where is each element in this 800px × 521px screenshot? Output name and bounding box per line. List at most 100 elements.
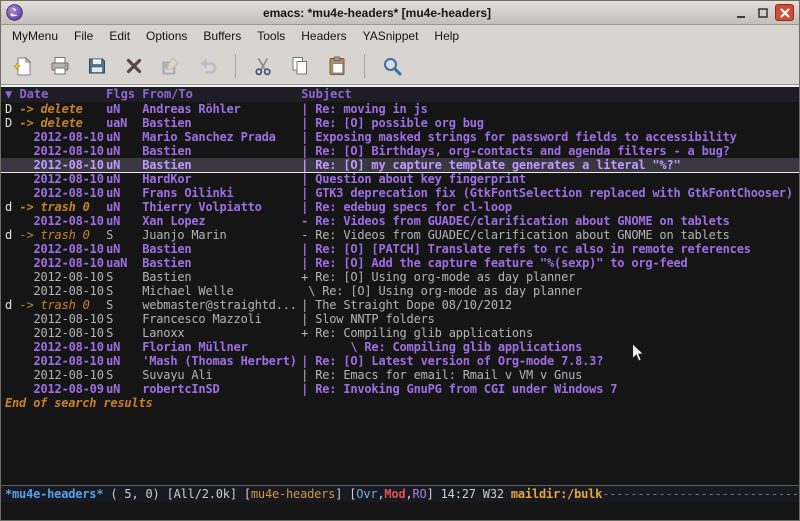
menu-buffers[interactable]: Buffers xyxy=(195,26,249,46)
modeline-fg: ] xyxy=(335,487,349,501)
subject-cell: | Re: [O] Latest version of Org-mode 7.8… xyxy=(301,354,799,368)
modeline-fg: [All/2.0k] xyxy=(167,487,244,501)
flags-cell: S xyxy=(106,368,142,382)
subject-cell: | Re: [O] Birthdays, org-contacts and ag… xyxy=(301,144,799,158)
message-row[interactable]: 2012-08-10uNFlorian Müllner \ Re: Compil… xyxy=(1,340,799,354)
modeline-fg: [ xyxy=(349,487,356,501)
flags-cell: uN xyxy=(106,242,142,256)
close-buffer-button[interactable] xyxy=(118,51,150,81)
message-row[interactable]: 2012-08-10uN'Mash (Thomas Herbert)| Re: … xyxy=(1,354,799,368)
mark-cell xyxy=(5,172,19,186)
message-row[interactable]: 2012-08-10SMichael Welle \ Re: [O] Using… xyxy=(1,284,799,298)
mark-cell xyxy=(5,270,19,284)
message-row[interactable]: 2012-08-10SBastien+ Re: [O] Using org-mo… xyxy=(1,270,799,284)
message-row[interactable]: 2012-08-10uNMario Sanchez Prada| Exposin… xyxy=(1,130,799,144)
subject-cell: | Re: [O] possible org bug xyxy=(301,116,799,130)
mark-cell: d xyxy=(5,298,19,312)
toolbar-separator xyxy=(364,54,365,78)
message-row[interactable]: d-> trash 0uNThierry Volpiatto| Re: edeb… xyxy=(1,200,799,214)
modeline-fg: ( 5, 0) xyxy=(103,487,166,501)
message-row[interactable]: 2012-08-10uNBastien| Re: [O] Birthdays, … xyxy=(1,144,799,158)
message-row[interactable]: 2012-08-10uNXan Lopez- Re: Videos from G… xyxy=(1,214,799,228)
mark-cell: d xyxy=(5,228,19,242)
flags-cell: uaN xyxy=(106,256,142,270)
close-button[interactable] xyxy=(775,4,794,21)
cut-button[interactable] xyxy=(247,51,279,81)
from-cell: Bastien xyxy=(142,270,301,284)
flags-cell: S xyxy=(106,228,142,242)
mark-cell xyxy=(5,158,19,172)
search-button[interactable] xyxy=(376,51,408,81)
from-cell: Andreas Röhler xyxy=(142,102,301,116)
flags-cell: uN xyxy=(106,130,142,144)
date-cell: 2012-08-10 xyxy=(19,158,106,172)
menu-help[interactable]: Help xyxy=(426,26,467,46)
flags-cell: uN xyxy=(106,102,142,116)
message-row[interactable]: 2012-08-10uNBastien| Re: [O] [PATCH] Tra… xyxy=(1,242,799,256)
message-row[interactable]: 2012-08-10uNHardKor| Question about key … xyxy=(1,172,799,186)
subject-cell: | Exposing masked strings for password f… xyxy=(301,130,799,144)
date-cell: -> trash 0 xyxy=(19,298,106,312)
menu-options[interactable]: Options xyxy=(138,26,195,46)
paste-icon xyxy=(326,55,348,77)
window-title: emacs: *mu4e-headers* [mu4e-headers] xyxy=(29,6,725,20)
from-cell: Thierry Volpiatto xyxy=(142,200,301,214)
paste-button[interactable] xyxy=(321,51,353,81)
new-file-button[interactable] xyxy=(7,51,39,81)
modeline-buffer: *mu4e-headers* xyxy=(5,487,103,501)
flags-cell: uN xyxy=(106,382,142,396)
copy-button[interactable] xyxy=(284,51,316,81)
subject-cell: - Re: Videos from GUADEC/clarification a… xyxy=(301,228,799,242)
minimize-button[interactable] xyxy=(731,4,750,21)
buffer-area[interactable]: ▼ Date Flgs From/To Subject D-> deleteuN… xyxy=(1,85,799,485)
message-row[interactable]: 2012-08-10uNBastien| Re: [O] my capture … xyxy=(1,158,799,172)
print-button[interactable] xyxy=(44,51,76,81)
flags-cell: uN xyxy=(106,340,142,354)
save-button[interactable] xyxy=(81,51,113,81)
date-cell: -> trash 0 xyxy=(19,228,106,242)
titlebar[interactable]: emacs: *mu4e-headers* [mu4e-headers] xyxy=(1,1,799,25)
menu-edit[interactable]: Edit xyxy=(101,26,138,46)
echo-area[interactable] xyxy=(1,502,799,520)
mark-cell xyxy=(5,382,19,396)
flags-cell: uN xyxy=(106,144,142,158)
toolbar-separator xyxy=(235,54,236,78)
date-cell: 2012-08-10 xyxy=(19,144,106,158)
message-row[interactable]: 2012-08-09uNrobertcInSD| Re: Invoking Gn… xyxy=(1,382,799,396)
message-row[interactable]: d-> trash 0Swebmaster@straightd...| The … xyxy=(1,298,799,312)
maximize-button[interactable] xyxy=(753,4,772,21)
modeline-fg: ] xyxy=(427,487,441,501)
mouse-cursor xyxy=(631,342,646,364)
from-cell: Francesco Mazzoli xyxy=(142,312,301,326)
message-row[interactable]: d-> trash 0SJuanjo Marin- Re: Videos fro… xyxy=(1,228,799,242)
message-row[interactable]: 2012-08-10SLanoxx+ Re: Compiling glib ap… xyxy=(1,326,799,340)
date-cell: -> delete xyxy=(19,116,106,130)
from-cell: Florian Müllner xyxy=(142,340,301,354)
flags-cell: S xyxy=(106,298,142,312)
from-cell: 'Mash (Thomas Herbert) xyxy=(142,354,301,368)
subject-cell: - Re: Videos from GUADEC/clarification a… xyxy=(301,214,799,228)
mode-line[interactable]: *mu4e-headers* ( 5, 0) [All/2.0k] [mu4e-… xyxy=(1,485,799,502)
message-row[interactable]: D-> deleteuaNBastien| Re: [O] possible o… xyxy=(1,116,799,130)
message-row[interactable]: D-> deleteuNAndreas Röhler| Re: moving i… xyxy=(1,102,799,116)
subject-cell: | Re: [O] my capture template generates … xyxy=(301,158,799,172)
mark-cell xyxy=(5,284,19,298)
message-row[interactable]: 2012-08-10SSuvayu Ali| Re: Emacs for ema… xyxy=(1,368,799,382)
mark-cell: d xyxy=(5,200,19,214)
close-buffer-icon xyxy=(123,55,145,77)
modeline-folder: maildir:/bulk xyxy=(511,487,602,501)
flags-cell: S xyxy=(106,326,142,340)
menu-tools[interactable]: Tools xyxy=(249,26,293,46)
menu-bar: MyMenuFileEditOptionsBuffersToolsHeaders… xyxy=(1,25,799,47)
menu-yasnippet[interactable]: YASnippet xyxy=(355,26,427,46)
menu-headers[interactable]: Headers xyxy=(293,26,354,46)
subject-cell: + Re: Compiling glib applications xyxy=(301,326,799,340)
date-cell: -> trash 0 xyxy=(19,200,106,214)
headers-list: D-> deleteuNAndreas Röhler| Re: moving i… xyxy=(1,102,799,396)
date-cell: 2012-08-10 xyxy=(19,186,106,200)
message-row[interactable]: 2012-08-10SFrancesco Mazzoli| Slow NNTP … xyxy=(1,312,799,326)
message-row[interactable]: 2012-08-10uaNBastien| Re: [O] Add the ca… xyxy=(1,256,799,270)
menu-file[interactable]: File xyxy=(66,26,101,46)
menu-mymenu[interactable]: MyMenu xyxy=(4,26,66,46)
message-row[interactable]: 2012-08-10uNFrans Oilinki| GTK3 deprecat… xyxy=(1,186,799,200)
